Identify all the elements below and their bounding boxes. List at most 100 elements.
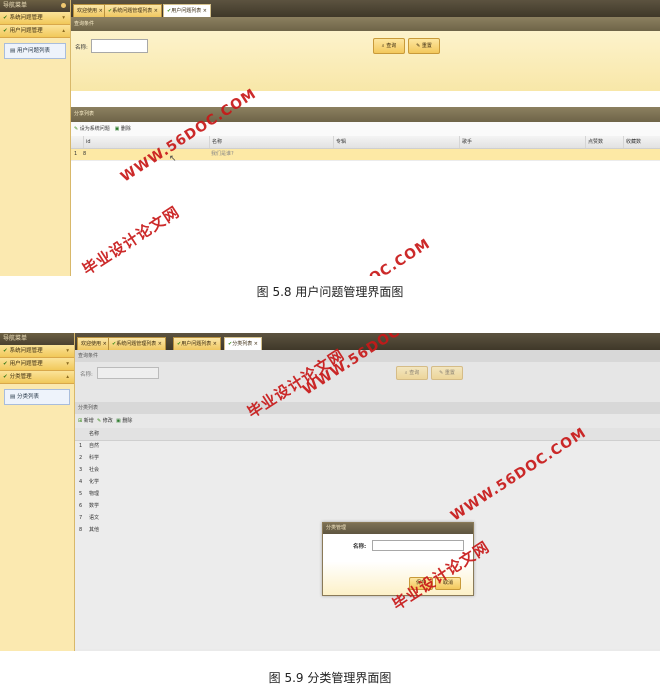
table-row[interactable]: 5 物理	[75, 489, 660, 501]
sidebar-header: 导航菜单	[0, 0, 70, 12]
reset-label: 重置	[444, 370, 455, 376]
cell-name: 科学	[89, 455, 100, 461]
check-icon: ✔	[3, 348, 8, 354]
row-number: 7	[79, 515, 83, 521]
row-number: 8	[79, 527, 83, 533]
tab-welcome[interactable]: 欢迎使用 ×	[73, 4, 107, 17]
sidebar-item-user-question-list[interactable]: ▤ 用户问题列表	[4, 43, 66, 59]
table-row[interactable]: 4 化学	[75, 477, 660, 489]
check-icon: ✔	[3, 28, 8, 34]
name-input[interactable]	[97, 367, 159, 379]
sidebar-group-user-questions[interactable]: ✔ 用户问题管理 ▴	[0, 25, 70, 38]
table-row[interactable]: 3 社会	[75, 465, 660, 477]
group-label: 系统问题管理	[9, 348, 43, 354]
tab-label: 欢迎使用	[81, 341, 102, 347]
row-number: 1	[79, 443, 83, 449]
group-label: 用户问题管理	[9, 28, 43, 34]
tab-system-question-list[interactable]: ✔系统问题管理列表 ×	[108, 337, 166, 350]
group-label: 分类管理	[9, 374, 32, 380]
document-icon: ▤	[10, 394, 16, 400]
edit-button[interactable]: ✎ 修改	[97, 418, 113, 424]
chevron-down-icon: ▾	[66, 361, 69, 367]
toolbar-label: 修改	[102, 418, 113, 424]
tab-category-list[interactable]: ✔分类列表 ×	[224, 337, 262, 350]
query-panel-title: 查询条件	[71, 17, 660, 31]
sidebar-group-category[interactable]: ✔ 分类管理 ▴	[0, 371, 74, 384]
tab-bar: 欢迎使用 × ✔系统问题管理列表 × ✔用户问题列表 ×	[71, 0, 660, 17]
main-panel: 欢迎使用 × ✔系统问题管理列表 × ✔用户问题列表 × ✔分类列表 × 查询条…	[75, 333, 660, 651]
tab-user-question-list[interactable]: ✔用户问题列表 ×	[163, 4, 211, 17]
column-favorites[interactable]: 收藏数	[623, 136, 641, 148]
sidebar: 导航菜单 ✔ 系统问题管理 ▾ ✔ 用户问题管理 ▾ ✔ 分类管理 ▴ ▤ 分类列表	[0, 333, 75, 651]
cell-name: 语文	[89, 515, 100, 521]
dialog-name-input[interactable]	[372, 540, 464, 551]
toolbar-label: 删除	[122, 418, 133, 424]
query-panel: 名称: ⌕ 查询 ✎ 重置	[75, 362, 660, 402]
document-icon: ▤	[10, 48, 16, 54]
search-icon: ⌕	[404, 370, 408, 376]
chevron-up-icon: ▴	[62, 28, 65, 34]
table-row[interactable]: 6 数学	[75, 501, 660, 513]
chevron-up-icon: ▴	[66, 374, 69, 380]
column-name[interactable]: 名称	[87, 428, 99, 440]
figure-5-8-screenshot: 导航菜单 ✔ 系统问题管理 ▾ ✔ 用户问题管理 ▴ ▤ 用户问题列表 欢迎使用 ×…	[0, 0, 660, 276]
collapse-icon[interactable]	[61, 3, 66, 8]
delete-button[interactable]: ▣ 删除	[116, 418, 132, 424]
tab-system-question-list[interactable]: ✔系统问题管理列表 ×	[104, 4, 162, 17]
search-button[interactable]: ⌕ 查询	[373, 38, 405, 54]
column-album[interactable]: 专辑	[333, 136, 346, 148]
sidebar-item-category-list[interactable]: ▤ 分类列表	[4, 389, 70, 405]
cell-id: 8	[83, 151, 87, 157]
add-button[interactable]: ⊞ 新增	[78, 418, 94, 424]
group-label: 用户问题管理	[9, 361, 43, 367]
dialog-title: 分类管理	[323, 523, 473, 534]
name-input[interactable]	[91, 39, 148, 53]
tab-welcome[interactable]: 欢迎使用 ×	[77, 337, 111, 350]
column-singer[interactable]: 歌手	[459, 136, 472, 148]
sidebar-title: 导航菜单	[3, 335, 28, 342]
search-button[interactable]: ⌕ 查询	[396, 366, 428, 380]
column-id[interactable]: id	[83, 136, 91, 148]
sidebar-item-label: 用户问题列表	[16, 48, 50, 54]
chevron-down-icon: ▾	[66, 348, 69, 354]
tab-user-question-list[interactable]: ✔用户问题列表 ×	[173, 337, 221, 350]
reset-button[interactable]: ✎ 重置	[431, 366, 463, 380]
name-label: 名称:	[80, 372, 93, 378]
check-icon: ✔	[3, 15, 8, 21]
delete-button[interactable]: ▣ 删除	[115, 126, 131, 132]
column-likes[interactable]: 点赞数	[585, 136, 603, 148]
sidebar-group-user-questions[interactable]: ✔ 用户问题管理 ▾	[0, 358, 74, 371]
reset-label: 重置	[421, 43, 432, 49]
cell-name: 化学	[89, 479, 100, 485]
sidebar-group-system-questions[interactable]: ✔ 系统问题管理 ▾	[0, 345, 74, 358]
cell-name: 自然	[89, 443, 100, 449]
pencil-icon: ✎	[97, 418, 102, 424]
pencil-icon: ✎	[74, 126, 79, 132]
set-system-question-button[interactable]: ✎ 设为系统问题	[74, 126, 110, 132]
tab-label: 用户问题列表	[181, 341, 212, 347]
sidebar-item-label: 分类列表	[16, 394, 39, 400]
row-number: 5	[79, 491, 83, 497]
sidebar-group-system-questions[interactable]: ✔ 系统问题管理 ▾	[0, 12, 70, 25]
add-icon: ⊞	[78, 418, 83, 424]
grid-toolbar: ✎ 设为系统问题 ▣ 删除	[71, 122, 660, 136]
name-label: 名称:	[75, 45, 88, 51]
sidebar-title: 导航菜单	[3, 2, 28, 9]
check-icon: ✔	[3, 361, 8, 367]
row-number: 6	[79, 503, 83, 509]
table-row[interactable]: 2 科学	[75, 453, 660, 465]
delete-icon: ▣	[116, 418, 121, 424]
column-name[interactable]: 名称	[209, 136, 222, 148]
check-icon: ✔	[3, 374, 8, 380]
reset-button[interactable]: ✎ 重置	[408, 38, 440, 54]
cell-name: 我们是谁?	[211, 151, 234, 157]
pencil-icon: ✎	[416, 43, 421, 49]
search-label: 查询	[386, 43, 397, 49]
tab-label: 用户问题列表	[171, 8, 202, 14]
search-label: 查询	[409, 370, 420, 376]
toolbar-label: 删除	[120, 126, 131, 132]
sidebar: 导航菜单 ✔ 系统问题管理 ▾ ✔ 用户问题管理 ▴ ▤ 用户问题列表	[0, 0, 71, 276]
toolbar-label: 新增	[83, 418, 94, 424]
delete-icon: ▣	[114, 126, 120, 132]
group-label: 系统问题管理	[9, 15, 43, 21]
